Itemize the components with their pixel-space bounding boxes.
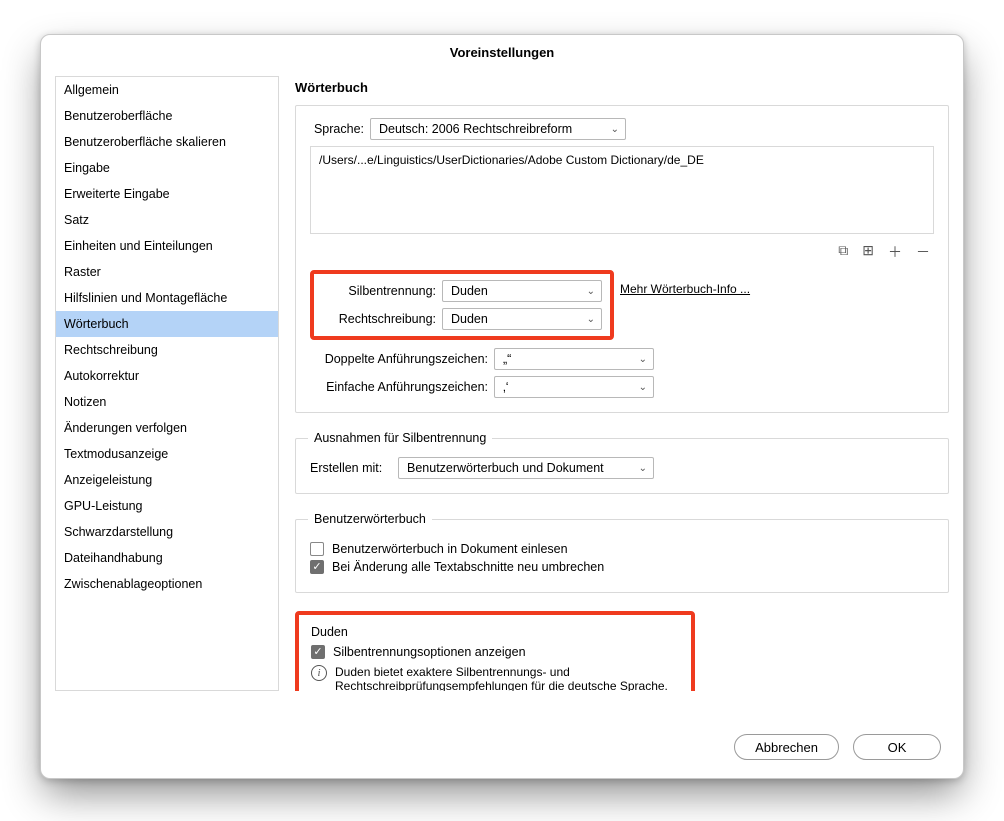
- duden-selects-highlight: Silbentrennung: Duden ⌄ Rechtschreibung:…: [310, 270, 614, 340]
- single-quotes-label: Einfache Anführungszeichen:: [310, 380, 494, 394]
- sidebar-item[interactable]: Allgemein: [56, 77, 278, 103]
- sidebar-item[interactable]: GPU-Leistung: [56, 493, 278, 519]
- dictionary-path-list[interactable]: /Users/...e/Linguistics/UserDictionaries…: [310, 146, 934, 234]
- dialog-title: Voreinstellungen: [41, 35, 963, 68]
- spelling-select[interactable]: Duden ⌄: [442, 308, 602, 330]
- add-dict-icon[interactable]: ＋: [888, 242, 902, 262]
- duden-info-text: Duden bietet exaktere Silbentrennungs- u…: [335, 665, 679, 691]
- remove-dict-icon[interactable]: －: [916, 242, 930, 262]
- recompose-checkbox[interactable]: ✓: [310, 560, 324, 574]
- double-quotes-label: Doppelte Anführungszeichen:: [310, 352, 494, 366]
- hyphenation-select[interactable]: Duden ⌄: [442, 280, 602, 302]
- sidebar-item[interactable]: Eingabe: [56, 155, 278, 181]
- compose-label: Erstellen mit:: [310, 461, 398, 475]
- dictionary-path: /Users/...e/Linguistics/UserDictionaries…: [319, 153, 704, 167]
- more-dictionary-info-link[interactable]: Mehr Wörterbuch-Info ...: [620, 282, 750, 296]
- chevron-down-icon: ⌄: [639, 463, 647, 474]
- sidebar-item[interactable]: Raster: [56, 259, 278, 285]
- hyphenation-label: Silbentrennung:: [322, 284, 442, 298]
- relink-icon[interactable]: ⧉: [838, 242, 848, 262]
- main-panel: Wörterbuch Sprache: Deutsch: 2006 Rechts…: [279, 76, 949, 691]
- sidebar-item[interactable]: Zwischenablageoptionen: [56, 571, 278, 597]
- compose-value: Benutzerwörterbuch und Dokument: [407, 461, 604, 475]
- userdict-legend: Benutzerwörterbuch: [308, 512, 432, 526]
- category-sidebar: AllgemeinBenutzeroberflächeBenutzeroberf…: [55, 76, 279, 691]
- sidebar-item[interactable]: Dateihandhabung: [56, 545, 278, 571]
- chevron-down-icon: ⌄: [639, 382, 647, 393]
- user-dictionary-group: Benutzerwörterbuch Benutzerwörterbuch in…: [295, 512, 949, 593]
- duden-legend: Duden: [311, 625, 679, 639]
- single-quotes-value: ‚‘: [503, 380, 509, 394]
- show-hyphenation-options-checkbox[interactable]: ✓: [311, 645, 325, 659]
- compose-select[interactable]: Benutzerwörterbuch und Dokument ⌄: [398, 457, 654, 479]
- merge-into-document-label: Benutzerwörterbuch in Dokument einlesen: [332, 542, 568, 556]
- sidebar-item[interactable]: Erweiterte Eingabe: [56, 181, 278, 207]
- sidebar-item[interactable]: Schwarzdarstellung: [56, 519, 278, 545]
- cancel-button[interactable]: Abbrechen: [734, 734, 839, 760]
- exceptions-legend: Ausnahmen für Silbentrennung: [308, 431, 492, 445]
- chevron-down-icon: ⌄: [587, 286, 595, 297]
- chevron-down-icon: ⌄: [639, 354, 647, 365]
- hyphenation-exceptions-group: Ausnahmen für Silbentrennung Erstellen m…: [295, 431, 949, 494]
- recompose-label: Bei Änderung alle Textabschnitte neu umb…: [332, 560, 604, 574]
- language-value: Deutsch: 2006 Rechtschreibreform: [379, 122, 572, 136]
- merge-into-document-checkbox[interactable]: [310, 542, 324, 556]
- show-hyphenation-options-label: Silbentrennungsoptionen anzeigen: [333, 645, 526, 659]
- sidebar-item[interactable]: Rechtschreibung: [56, 337, 278, 363]
- sidebar-item[interactable]: Einheiten und Einteilungen: [56, 233, 278, 259]
- sidebar-item[interactable]: Änderungen verfolgen: [56, 415, 278, 441]
- sidebar-item[interactable]: Benutzeroberfläche skalieren: [56, 129, 278, 155]
- sidebar-item[interactable]: Satz: [56, 207, 278, 233]
- sidebar-item[interactable]: Textmodusanzeige: [56, 441, 278, 467]
- sidebar-item[interactable]: Benutzeroberfläche: [56, 103, 278, 129]
- chevron-down-icon: ⌄: [587, 314, 595, 325]
- hyphenation-value: Duden: [451, 284, 488, 298]
- language-select[interactable]: Deutsch: 2006 Rechtschreibreform ⌄: [370, 118, 626, 140]
- dictionary-group: Sprache: Deutsch: 2006 Rechtschreibrefor…: [295, 105, 949, 413]
- duden-section-highlight: Duden ✓ Silbentrennungsoptionen anzeigen…: [295, 611, 695, 691]
- double-quotes-value: „“: [503, 352, 511, 366]
- double-quotes-select[interactable]: „“ ⌄: [494, 348, 654, 370]
- new-dict-icon[interactable]: ⊞: [862, 242, 874, 262]
- sidebar-item[interactable]: Anzeigeleistung: [56, 467, 278, 493]
- spelling-label: Rechtschreibung:: [322, 312, 442, 326]
- language-label: Sprache:: [310, 122, 370, 136]
- panel-heading: Wörterbuch: [295, 80, 949, 95]
- single-quotes-select[interactable]: ‚‘ ⌄: [494, 376, 654, 398]
- sidebar-item[interactable]: Autokorrektur: [56, 363, 278, 389]
- spelling-value: Duden: [451, 312, 488, 326]
- sidebar-item[interactable]: Hilfslinien und Montagefläche: [56, 285, 278, 311]
- sidebar-item[interactable]: Notizen: [56, 389, 278, 415]
- info-icon: i: [311, 665, 327, 681]
- chevron-down-icon: ⌄: [611, 124, 619, 135]
- sidebar-item[interactable]: Wörterbuch: [56, 311, 278, 337]
- preferences-dialog: Voreinstellungen AllgemeinBenutzeroberfl…: [40, 34, 964, 779]
- ok-button[interactable]: OK: [853, 734, 941, 760]
